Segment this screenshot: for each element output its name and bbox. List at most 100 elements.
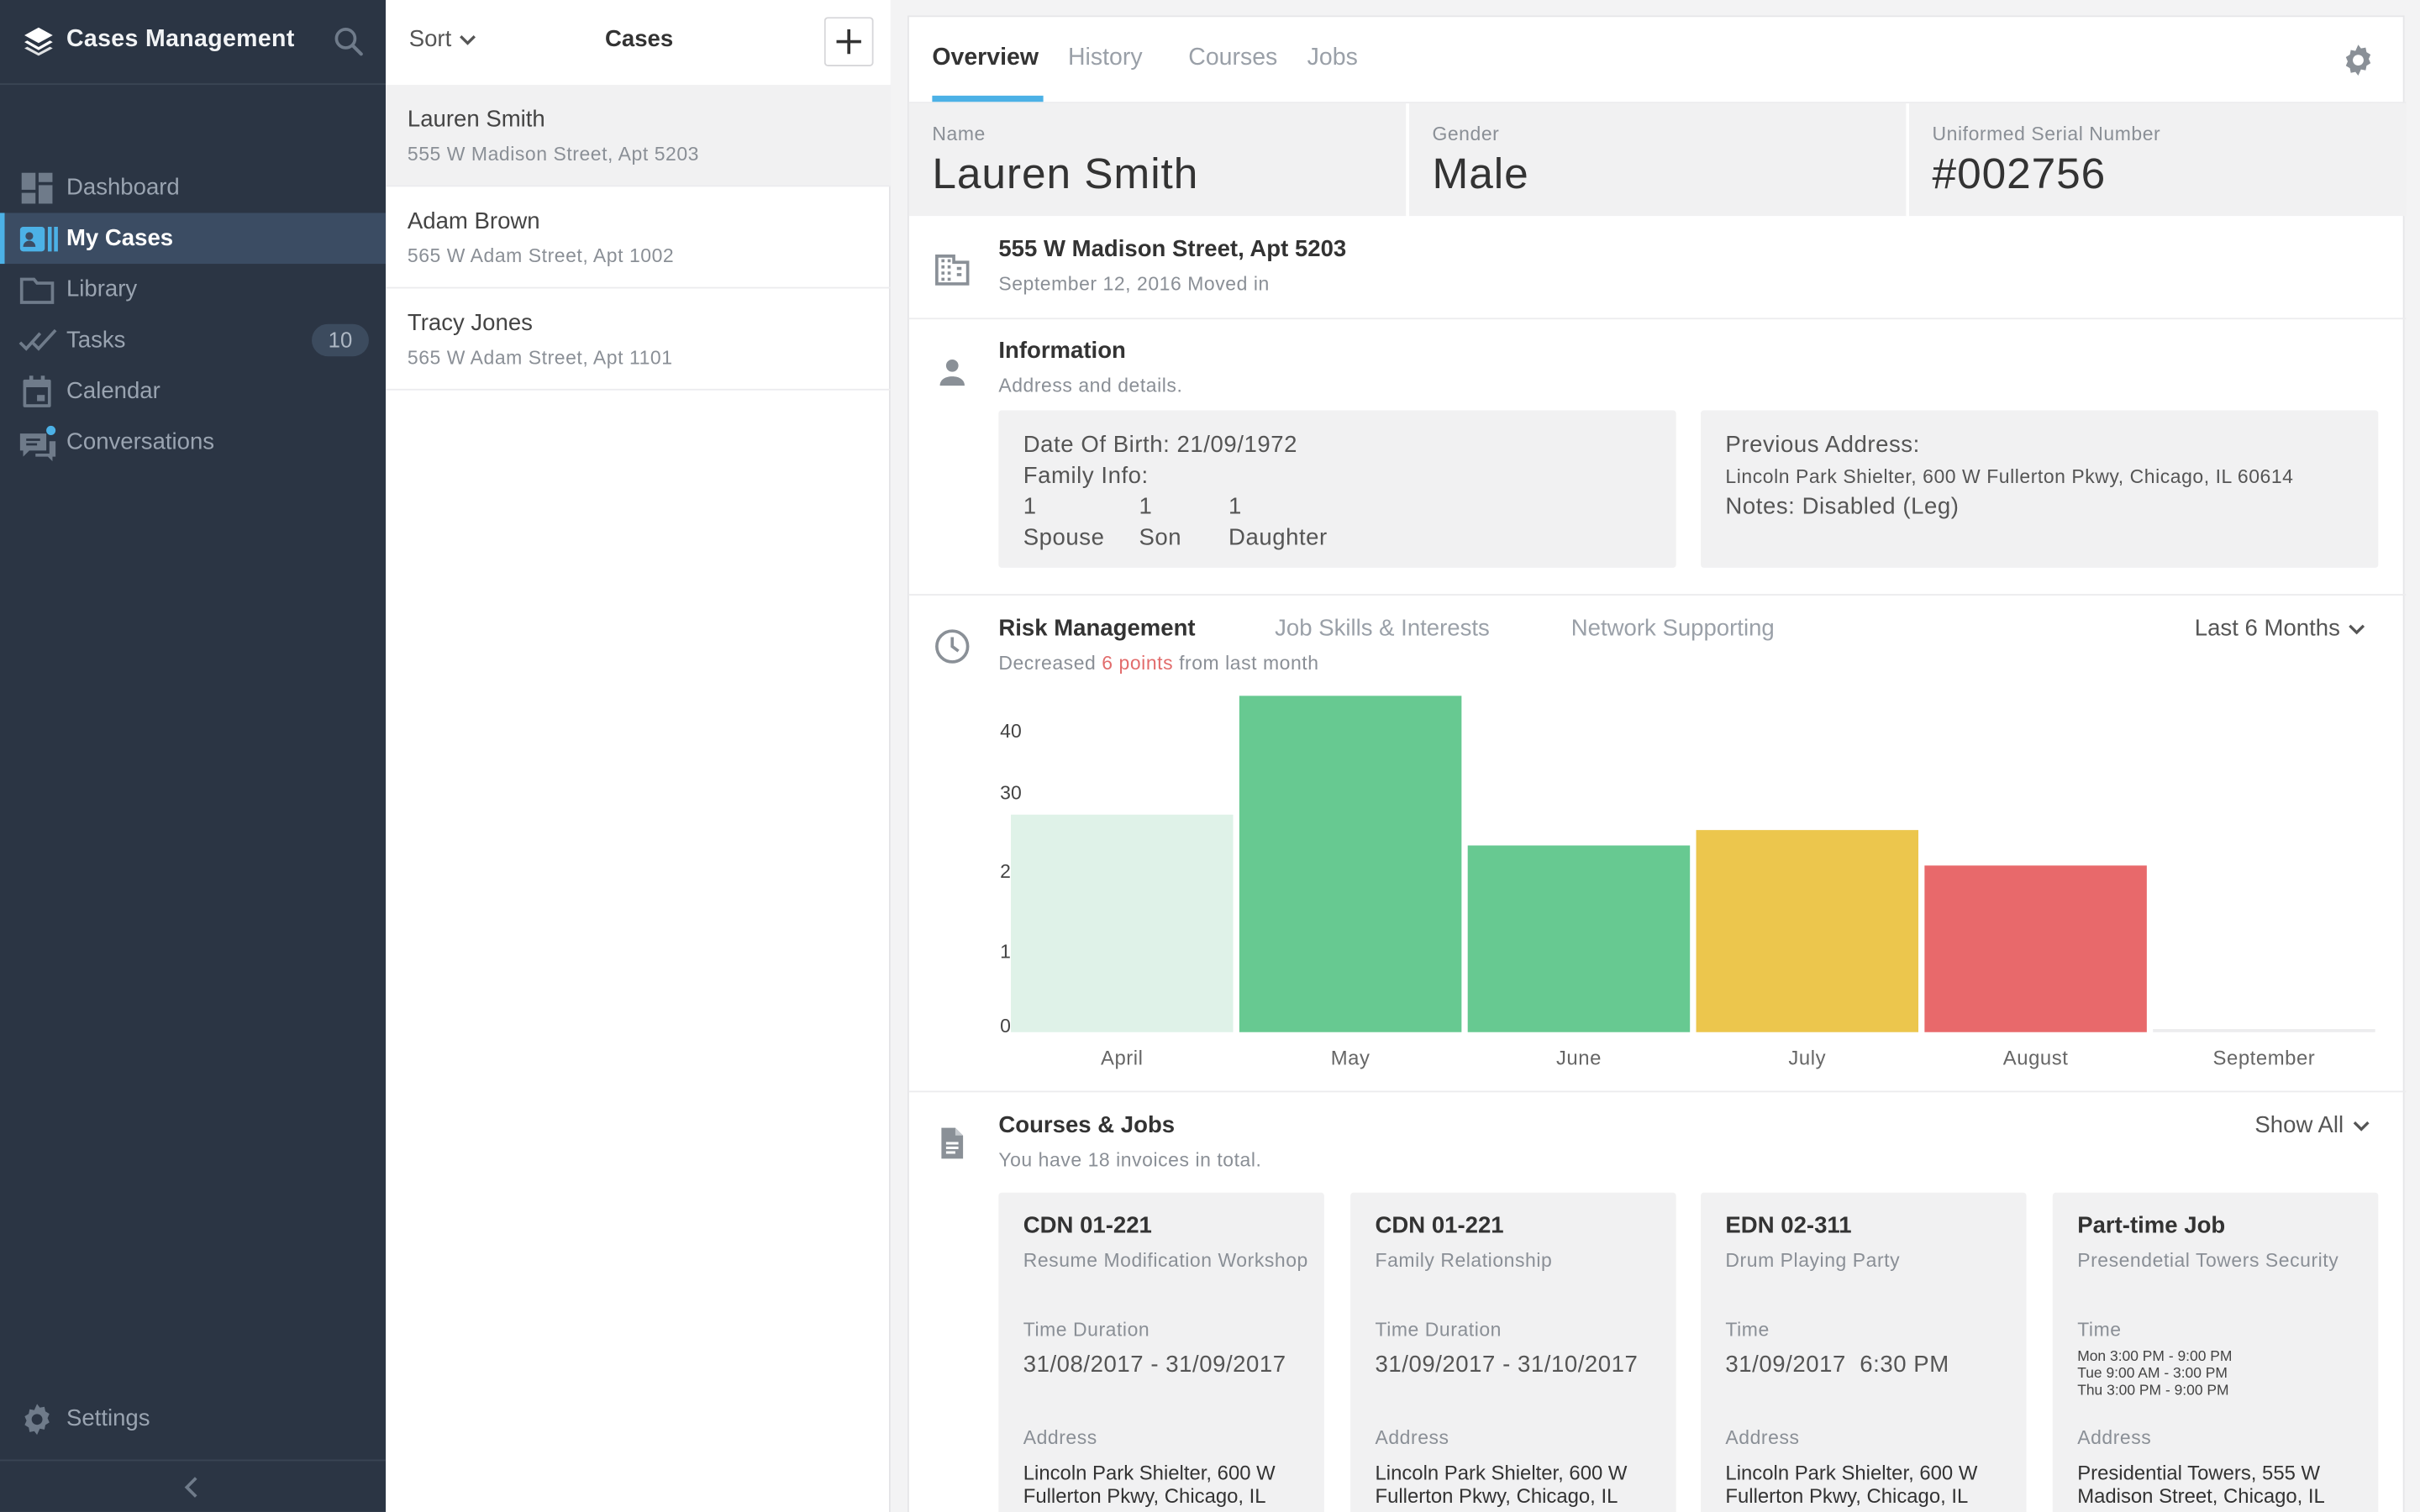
case-list-item[interactable]: Tracy Jones 565 W Adam Street, Apt 1101 — [386, 288, 891, 391]
active-tab-indicator — [932, 95, 1044, 102]
period-dropdown[interactable]: Last 6 Months — [2195, 616, 2366, 642]
sidebar-item-calendar[interactable]: Calendar — [0, 365, 386, 417]
sidebar-item-settings[interactable]: Settings — [0, 1396, 386, 1442]
address-label: Address — [1023, 1426, 1097, 1449]
clock-icon — [934, 628, 971, 665]
information-subtitle: Address and details. — [998, 375, 1183, 397]
settings-label: Settings — [66, 1405, 150, 1432]
bar-may[interactable] — [1239, 696, 1462, 1032]
course-card[interactable]: CDN 01-221 Family Relationship Time Dura… — [1350, 1192, 1676, 1512]
course-address: Lincoln Park Shielter, 600 W Fullerton P… — [1725, 1461, 1978, 1508]
sidebar-item-conversations[interactable]: Conversations — [0, 417, 386, 468]
cases-panel: Sort Cases Lauren Smith 555 W Madison St… — [386, 0, 891, 1512]
time-value: 31/08/2017 - 31/09/2017 — [1023, 1351, 1286, 1378]
family-info: 1 Spouse 1 Son 1 Daughter — [1023, 492, 1365, 554]
schedule-line: Tue 9:00 AM - 3:00 PM — [2077, 1365, 2228, 1383]
risk-summary-prefix: Decreased — [998, 652, 1097, 675]
bar-september[interactable] — [2153, 1029, 2375, 1032]
tab-courses[interactable]: Courses — [1188, 45, 1277, 72]
schedule-line: Mon 3:00 PM - 9:00 PM — [2077, 1348, 2233, 1366]
divider — [908, 594, 2407, 596]
moved-in-date: September 12, 2016 Moved in — [998, 273, 1270, 295]
bar-april[interactable] — [1011, 814, 1234, 1032]
time-label: Time Duration — [1375, 1319, 1502, 1341]
family-relation: Spouse — [1023, 524, 1105, 551]
family-relation: Son — [1139, 524, 1182, 551]
folder-icon — [18, 270, 55, 307]
sidebar-item-library[interactable]: Library — [0, 264, 386, 315]
person-icon — [934, 354, 971, 391]
detail-tabs: Overview History Courses Jobs — [908, 17, 2407, 104]
sidebar-item-label: Calendar — [66, 377, 160, 405]
course-card[interactable]: EDN 02-311 Drum Playing Party Time 31/09… — [1701, 1192, 2027, 1512]
name-field: Name Lauren Smith — [908, 103, 1407, 217]
time-label: Time — [2077, 1319, 2122, 1341]
case-summary: Name Lauren Smith Gender Male Uniformed … — [908, 103, 2407, 217]
course-description: Drum Playing Party — [1725, 1249, 1901, 1272]
collapse-sidebar-button[interactable] — [0, 1459, 387, 1512]
show-all-dropdown[interactable]: Show All — [2254, 1112, 2370, 1138]
address-title: 555 W Madison Street, Apt 5203 — [998, 236, 1347, 263]
course-code: CDN 01-221 — [1023, 1212, 1152, 1239]
search-icon[interactable] — [334, 26, 365, 57]
cases-icon — [18, 220, 58, 257]
risk-bar-chart: 010203040AprilMayJuneJulyAugustSeptember — [986, 696, 2383, 1081]
tasks-count-badge: 10 — [312, 323, 369, 357]
course-description: Resume Modification Workshop — [1023, 1249, 1308, 1272]
y-tick-label: 30 — [1000, 782, 1022, 805]
sort-dropdown[interactable]: Sort — [409, 26, 476, 52]
x-tick-label: September — [2212, 1046, 2316, 1069]
x-tick-label: April — [1100, 1046, 1144, 1069]
x-tick-label: August — [2002, 1046, 2069, 1069]
x-tick-label: July — [1788, 1046, 1827, 1069]
sidebar-item-my-cases[interactable]: My Cases — [0, 213, 387, 265]
address-info-box: Previous Address: Lincoln Park Shielter,… — [1701, 410, 2379, 568]
case-list-item[interactable]: Adam Brown 565 W Adam Street, Apt 1002 — [386, 186, 891, 289]
schedule-line: Thu 3:00 PM - 9:00 PM — [2077, 1382, 2229, 1399]
risk-summary-suffix: from last month — [1179, 652, 1319, 675]
sidebar-item-label: Dashboard — [66, 174, 180, 201]
tasks-icon — [18, 322, 57, 359]
risk-change-value: 6 points — [1102, 652, 1174, 675]
app-header: Cases Management — [0, 0, 387, 86]
chevron-left-icon — [182, 1475, 201, 1499]
bar-july[interactable] — [1696, 830, 1919, 1032]
risk-summary: Decreased 6 points from last month — [998, 653, 1318, 675]
case-address: 565 W Adam Street, Apt 1002 — [407, 245, 675, 267]
gear-icon[interactable] — [2339, 42, 2376, 79]
risk-tab-job-skills[interactable]: Job Skills & Interests — [1275, 616, 1490, 642]
bar-august[interactable] — [1924, 865, 2147, 1032]
tab-overview[interactable]: Overview — [932, 45, 1039, 72]
previous-address-label: Previous Address: — [1725, 432, 1920, 459]
risk-tab-risk-management[interactable]: Risk Management — [998, 616, 1195, 642]
tab-history[interactable]: History — [1068, 45, 1143, 72]
bar-june[interactable] — [1467, 846, 1691, 1032]
course-description: Family Relationship — [1375, 1249, 1553, 1272]
document-icon — [934, 1125, 971, 1162]
case-address: 565 W Adam Street, Apt 1101 — [407, 347, 673, 369]
time-label: Time Duration — [1023, 1319, 1150, 1341]
chevron-down-icon — [2348, 621, 2366, 636]
serial-field: Uniformed Serial Number #002756 — [1908, 103, 2407, 217]
building-icon — [934, 251, 971, 288]
family-member: 1 Son — [1136, 492, 1226, 554]
sidebar-item-label: My Cases — [66, 225, 174, 252]
x-tick-label: June — [1555, 1046, 1602, 1069]
family-member: 1 Spouse — [1023, 492, 1136, 554]
sidebar-item-label: Library — [66, 276, 138, 302]
course-code: CDN 01-221 — [1375, 1212, 1504, 1239]
courses-subtitle: You have 18 invoices in total. — [998, 1149, 1262, 1172]
divider — [908, 318, 2407, 320]
sidebar-item-tasks[interactable]: Tasks 10 — [0, 315, 386, 366]
tab-jobs[interactable]: Jobs — [1307, 45, 1358, 72]
time-value: 31/09/2017 - 31/10/2017 — [1375, 1351, 1639, 1378]
job-card[interactable]: Part-time Job Presendetial Towers Securi… — [2052, 1192, 2379, 1512]
course-card[interactable]: CDN 01-221 Resume Modification Workshop … — [998, 1192, 1324, 1512]
add-case-button[interactable] — [823, 17, 874, 66]
serial-label: Uniformed Serial Number — [1932, 123, 2161, 145]
sidebar-item-dashboard[interactable]: Dashboard — [0, 162, 386, 213]
case-list-item[interactable]: Lauren Smith 555 W Madison Street, Apt 5… — [386, 85, 891, 187]
chevron-down-icon — [458, 32, 476, 47]
risk-tab-network[interactable]: Network Supporting — [1571, 616, 1775, 642]
address-label: Address — [1725, 1426, 1800, 1449]
